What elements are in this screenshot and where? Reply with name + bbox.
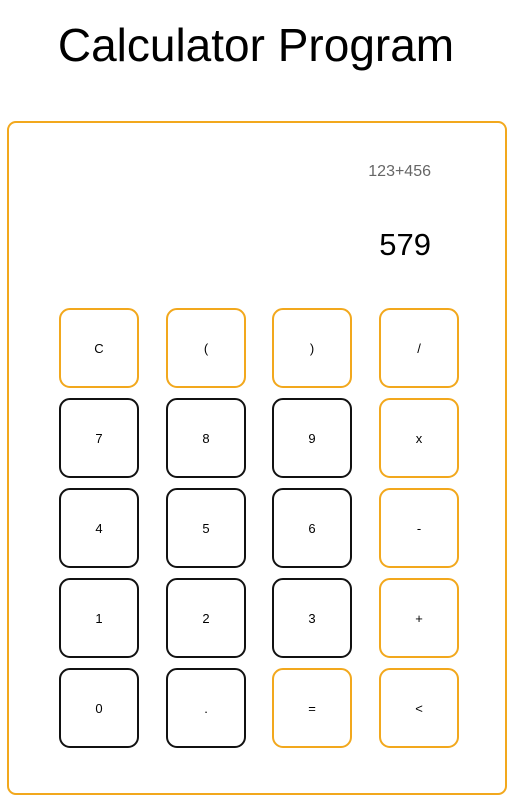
equals-button[interactable]: = [272, 668, 352, 748]
digit-8-button[interactable]: 8 [166, 398, 246, 478]
result-display: 579 [379, 227, 431, 262]
digit-3-button[interactable]: 3 [272, 578, 352, 658]
expression-display: 123+456 [368, 163, 431, 180]
subtract-button[interactable]: - [379, 488, 459, 568]
open-paren-button[interactable]: ( [166, 308, 246, 388]
digit-2-button[interactable]: 2 [166, 578, 246, 658]
page-title: Calculator Program [57, 19, 455, 71]
decimal-button[interactable]: . [166, 668, 246, 748]
add-button[interactable]: + [379, 578, 459, 658]
clear-button[interactable]: C [59, 308, 139, 388]
digit-7-button[interactable]: 7 [59, 398, 139, 478]
close-paren-button[interactable]: ) [272, 308, 352, 388]
digit-5-button[interactable]: 5 [166, 488, 246, 568]
backspace-button[interactable]: < [379, 668, 459, 748]
calculator-panel: 123+456 579 C () / 7 8 9 x 4 5 6- 1 2 3 +0. = < [7, 121, 507, 795]
divide-button[interactable]: / [379, 308, 459, 388]
digit-4-button[interactable]: 4 [59, 488, 139, 568]
multiply-button[interactable]: x [379, 398, 459, 478]
digit-6-button[interactable]: 6 [272, 488, 352, 568]
digit-9-button[interactable]: 9 [272, 398, 352, 478]
digit-0-button[interactable]: 0 [59, 668, 139, 748]
digit-1-button[interactable]: 1 [59, 578, 139, 658]
